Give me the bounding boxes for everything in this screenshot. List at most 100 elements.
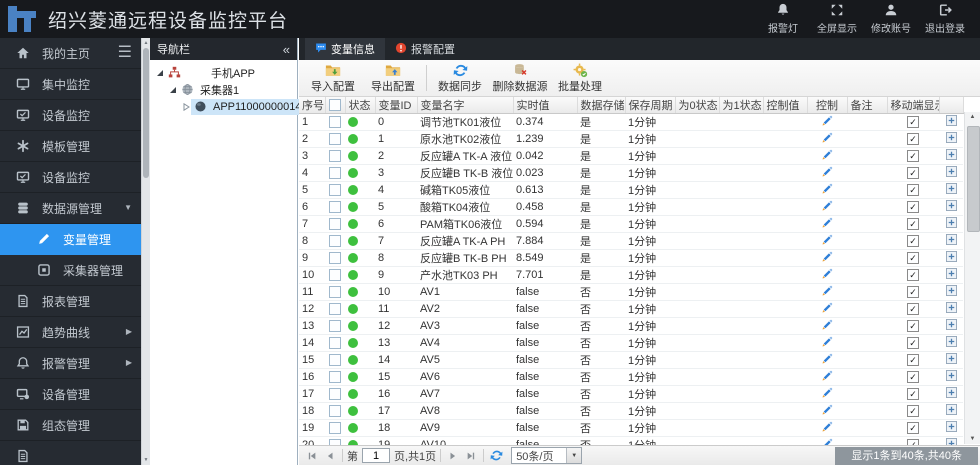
column-header-8[interactable]: 为0状态	[675, 97, 720, 114]
column-header-9[interactable]: 为1状态	[719, 97, 764, 114]
column-header-7[interactable]: 保存周期	[625, 97, 676, 114]
edit-pencil-icon[interactable]	[821, 302, 833, 317]
tab-variable-info[interactable]: 变量信息	[305, 38, 385, 60]
edit-pencil-icon[interactable]	[821, 234, 833, 249]
tree-node-collector1[interactable]: 采集器1	[150, 81, 297, 98]
edit-pencil-icon[interactable]	[821, 404, 833, 419]
table-row[interactable]: 19 18 AV9 false 否 1分钟 ✓	[299, 419, 963, 437]
detail-grid-icon[interactable]	[945, 132, 957, 146]
next-page-button[interactable]	[444, 448, 462, 464]
row-checkbox[interactable]	[329, 184, 341, 197]
mobile-display-checkbox[interactable]: ✓	[907, 422, 919, 435]
detail-grid-icon[interactable]	[945, 353, 957, 367]
row-checkbox[interactable]	[329, 116, 341, 129]
tree-expander-icon[interactable]	[180, 102, 191, 111]
header-action-alarm-light[interactable]: 报警灯	[756, 3, 810, 35]
tree-node-phone-app[interactable]: 手机APP	[150, 64, 297, 81]
detail-grid-icon[interactable]	[945, 200, 957, 214]
column-header-14[interactable]	[939, 97, 964, 114]
column-header-3[interactable]: 变量ID	[375, 97, 418, 114]
table-row[interactable]: 7 6 PAM箱TK06液位 0.594 是 1分钟 ✓	[299, 215, 963, 233]
mobile-display-checkbox[interactable]: ✓	[907, 303, 919, 316]
detail-grid-icon[interactable]	[945, 387, 957, 401]
table-row[interactable]: 15 14 AV5 false 否 1分钟 ✓	[299, 351, 963, 369]
table-row[interactable]: 14 13 AV4 false 否 1分钟 ✓	[299, 334, 963, 352]
sidebar-item-device-monitor-2[interactable]: 设备监控	[0, 162, 142, 193]
column-header-1[interactable]	[325, 97, 346, 114]
detail-grid-icon[interactable]	[945, 421, 957, 435]
row-checkbox[interactable]	[329, 303, 341, 316]
detail-grid-icon[interactable]	[945, 302, 957, 316]
detail-grid-icon[interactable]	[945, 217, 957, 231]
row-checkbox[interactable]	[329, 320, 341, 333]
sidebar-item-trend-curve[interactable]: 趋势曲线 ▶	[0, 317, 142, 348]
detail-grid-icon[interactable]	[945, 319, 957, 333]
detail-grid-icon[interactable]	[945, 251, 957, 265]
column-header-0[interactable]: 序号	[299, 97, 326, 114]
sidebar-scroll-thumb[interactable]	[143, 48, 149, 178]
tree-expander-icon[interactable]	[167, 86, 178, 94]
tree-node-app-node[interactable]: APP1100000001436	[150, 98, 319, 115]
mobile-display-checkbox[interactable]: ✓	[907, 235, 919, 248]
sidebar-item-central-monitor[interactable]: 集中监控	[0, 69, 142, 100]
table-row[interactable]: 4 3 反应罐B TK-B 液位 0.023 是 1分钟 ✓	[299, 164, 963, 182]
edit-pencil-icon[interactable]	[821, 200, 833, 215]
row-checkbox[interactable]	[329, 286, 341, 299]
mobile-display-checkbox[interactable]: ✓	[907, 405, 919, 418]
edit-pencil-icon[interactable]	[821, 319, 833, 334]
mobile-display-checkbox[interactable]: ✓	[907, 269, 919, 282]
row-checkbox[interactable]	[329, 218, 341, 231]
row-checkbox[interactable]	[329, 269, 341, 282]
table-row[interactable]: 1 0 调节池TK01液位 0.374 是 1分钟 ✓	[299, 113, 963, 131]
edit-pencil-icon[interactable]	[821, 115, 833, 130]
toolbar-button-data-sync[interactable]: 数据同步	[430, 61, 490, 95]
scroll-up-icon[interactable]: ▲	[965, 114, 980, 120]
table-row[interactable]: 6 5 酸箱TK04液位 0.458 是 1分钟 ✓	[299, 198, 963, 216]
row-checkbox[interactable]	[329, 354, 341, 367]
table-row[interactable]: 3 2 反应罐A TK-A 液位 0.042 是 1分钟 ✓	[299, 147, 963, 165]
mobile-display-checkbox[interactable]: ✓	[907, 133, 919, 146]
column-header-6[interactable]: 数据存储	[577, 97, 626, 114]
edit-pencil-icon[interactable]	[821, 217, 833, 232]
edit-pencil-icon[interactable]	[821, 370, 833, 385]
sidebar-scrollbar[interactable]: ▲ ▼	[141, 38, 150, 465]
detail-grid-icon[interactable]	[945, 336, 957, 350]
row-checkbox[interactable]	[329, 252, 341, 265]
header-action-account[interactable]: 修改账号	[864, 3, 918, 35]
mobile-display-checkbox[interactable]: ✓	[907, 201, 919, 214]
table-row[interactable]: 13 12 AV3 false 否 1分钟 ✓	[299, 317, 963, 335]
scroll-down-icon[interactable]: ▼	[142, 457, 150, 463]
column-header-10[interactable]: 控制值	[763, 97, 808, 114]
mobile-display-checkbox[interactable]: ✓	[907, 354, 919, 367]
mobile-display-checkbox[interactable]: ✓	[907, 218, 919, 231]
collapse-panel-button[interactable]: «	[283, 43, 290, 56]
table-scroll-thumb[interactable]	[967, 126, 980, 232]
table-row[interactable]: 2 1 原水池TK02液位 1.239 是 1分钟 ✓	[299, 130, 963, 148]
toolbar-button-export-config[interactable]: 导出配置	[363, 61, 423, 95]
sidebar-item-device-mgmt[interactable]: 设备管理	[0, 379, 142, 410]
detail-grid-icon[interactable]	[945, 149, 957, 163]
row-checkbox[interactable]	[329, 371, 341, 384]
select-all-checkbox[interactable]	[329, 99, 341, 112]
edit-pencil-icon[interactable]	[821, 387, 833, 402]
sidebar-item-partial[interactable]	[0, 441, 142, 465]
table-row[interactable]: 5 4 碱箱TK05液位 0.613 是 1分钟 ✓	[299, 181, 963, 199]
sidebar-item-template-mgmt[interactable]: 模板管理	[0, 131, 142, 162]
table-row[interactable]: 10 9 产水池TK03 PH 7.701 是 1分钟 ✓	[299, 266, 963, 284]
refresh-icon[interactable]	[487, 448, 505, 464]
row-checkbox[interactable]	[329, 405, 341, 418]
mobile-display-checkbox[interactable]: ✓	[907, 150, 919, 163]
sidebar-item-datasource-mgmt[interactable]: 数据源管理 ▼	[0, 193, 142, 224]
mobile-display-checkbox[interactable]: ✓	[907, 371, 919, 384]
toolbar-button-batch-process[interactable]: 批量处理	[550, 61, 610, 95]
row-checkbox[interactable]	[329, 337, 341, 350]
edit-pencil-icon[interactable]	[821, 251, 833, 266]
detail-grid-icon[interactable]	[945, 234, 957, 248]
edit-pencil-icon[interactable]	[821, 285, 833, 300]
edit-pencil-icon[interactable]	[821, 336, 833, 351]
detail-grid-icon[interactable]	[945, 268, 957, 282]
toolbar-button-import-config[interactable]: 导入配置	[303, 61, 363, 95]
row-checkbox[interactable]	[329, 167, 341, 180]
mobile-display-checkbox[interactable]: ✓	[907, 388, 919, 401]
mobile-display-checkbox[interactable]: ✓	[907, 184, 919, 197]
